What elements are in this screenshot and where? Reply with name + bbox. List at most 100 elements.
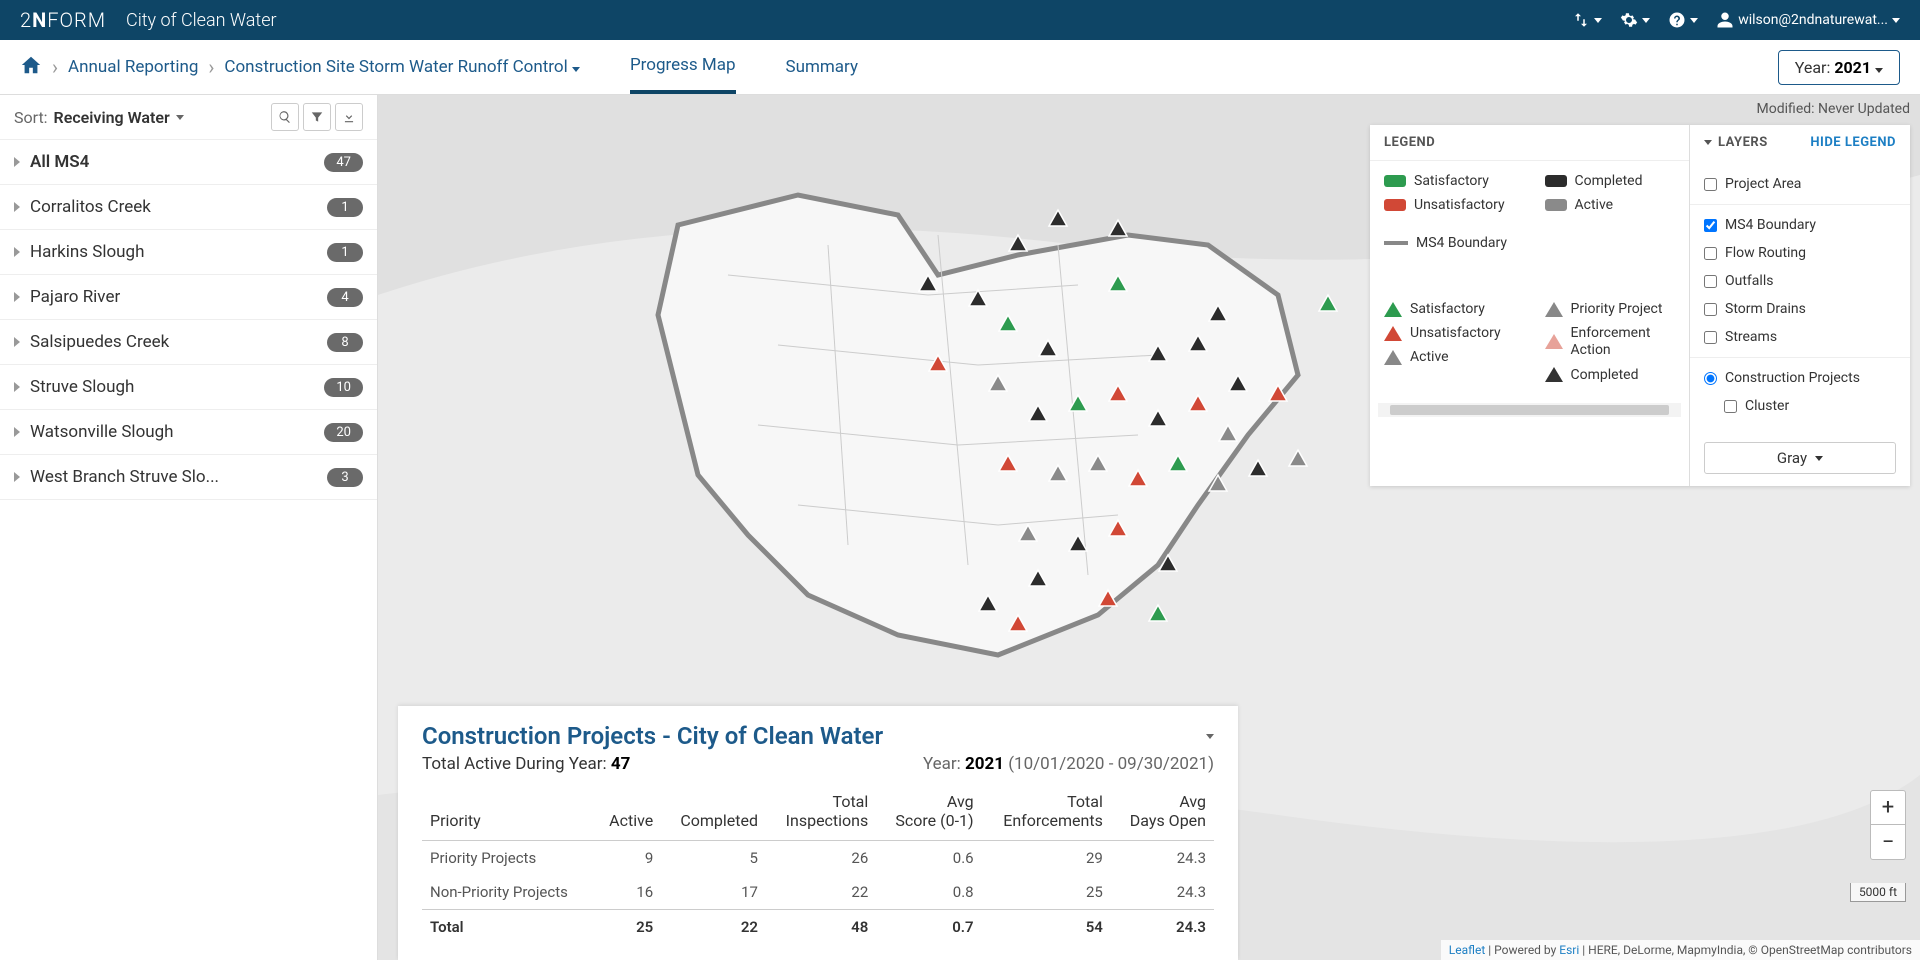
chevron-right-icon: › bbox=[208, 55, 214, 79]
count-badge: 3 bbox=[327, 468, 363, 487]
help-icon[interactable] bbox=[1668, 11, 1698, 29]
user-email: wilson@2ndnaturewat... bbox=[1738, 12, 1888, 28]
triangle-sat-icon bbox=[1384, 302, 1402, 317]
zoom-in-button[interactable]: + bbox=[1871, 791, 1905, 825]
expand-icon bbox=[14, 337, 20, 347]
table-row: Non-Priority Projects1617220.82524.3 bbox=[422, 875, 1214, 910]
search-icon[interactable] bbox=[271, 103, 299, 131]
table-total-row: Total2522480.75424.3 bbox=[422, 910, 1214, 945]
hide-legend-button[interactable]: HIDE LEGEND bbox=[1810, 135, 1896, 150]
swatch-active bbox=[1545, 199, 1567, 211]
summary-table: PriorityActiveCompletedTotalInspectionsA… bbox=[422, 786, 1214, 944]
item-name: Pajaro River bbox=[30, 287, 327, 307]
layer-item[interactable]: Project Area bbox=[1704, 170, 1896, 198]
item-name: Watsonville Slough bbox=[30, 422, 324, 442]
tab-progress-map[interactable]: Progress Map bbox=[630, 40, 736, 94]
collapse-icon[interactable] bbox=[1206, 734, 1214, 739]
logo: 2NFORM bbox=[20, 8, 106, 32]
expand-icon bbox=[14, 202, 20, 212]
layer-item[interactable]: Cluster bbox=[1724, 392, 1896, 420]
filter-icon[interactable] bbox=[303, 103, 331, 131]
layer-item[interactable]: Streams bbox=[1704, 323, 1896, 351]
table-row: Priority Projects95260.62924.3 bbox=[422, 841, 1214, 876]
layer-toggle[interactable] bbox=[1704, 372, 1717, 385]
layer-item[interactable]: Outfalls bbox=[1704, 267, 1896, 295]
layer-toggle[interactable] bbox=[1704, 247, 1717, 260]
count-badge: 1 bbox=[327, 198, 363, 217]
count-badge: 20 bbox=[324, 423, 363, 442]
zoom-out-button[interactable]: − bbox=[1871, 825, 1905, 859]
sidebar-item[interactable]: Pajaro River4 bbox=[0, 275, 377, 320]
breadcrumb-l1[interactable]: Annual Reporting bbox=[68, 57, 198, 77]
sort-label: Sort: bbox=[14, 108, 48, 127]
count-badge: 47 bbox=[324, 153, 363, 172]
item-name: Harkins Slough bbox=[30, 242, 327, 262]
triangle-enforce-icon bbox=[1545, 334, 1563, 349]
triangle-active-icon bbox=[1384, 350, 1402, 365]
panel-title: Construction Projects - City of Clean Wa… bbox=[422, 722, 883, 750]
item-name: West Branch Struve Slo... bbox=[30, 467, 327, 487]
triangle-completed-icon bbox=[1545, 367, 1563, 382]
legend-scrollbar[interactable] bbox=[1378, 403, 1681, 417]
chevron-down-icon[interactable] bbox=[176, 115, 184, 120]
count-badge: 8 bbox=[327, 333, 363, 352]
layer-toggle[interactable] bbox=[1704, 303, 1717, 316]
triangle-unsat-icon bbox=[1384, 326, 1402, 341]
layer-toggle[interactable] bbox=[1704, 219, 1717, 232]
sidebar-item[interactable]: West Branch Struve Slo...3 bbox=[0, 455, 377, 500]
breadcrumb-bar: › Annual Reporting › Construction Site S… bbox=[0, 40, 1920, 95]
layer-toggle[interactable] bbox=[1704, 331, 1717, 344]
summary-panel: Construction Projects - City of Clean Wa… bbox=[398, 706, 1238, 960]
zoom-control: + − bbox=[1870, 790, 1906, 860]
item-name: Corralitos Creek bbox=[30, 197, 327, 217]
tab-summary[interactable]: Summary bbox=[786, 42, 858, 92]
gear-icon[interactable] bbox=[1620, 11, 1650, 29]
expand-icon bbox=[14, 472, 20, 482]
expand-icon bbox=[14, 247, 20, 257]
layer-item[interactable]: Construction Projects bbox=[1704, 364, 1896, 392]
sidebar-item[interactable]: Harkins Slough1 bbox=[0, 230, 377, 275]
item-name: Salsipuedes Creek bbox=[30, 332, 327, 352]
transfer-icon[interactable] bbox=[1572, 11, 1602, 29]
user-menu[interactable]: wilson@2ndnaturewat... bbox=[1716, 11, 1900, 29]
layer-item[interactable]: MS4 Boundary bbox=[1704, 211, 1896, 239]
city-name: City of Clean Water bbox=[126, 10, 277, 31]
sidebar-item[interactable]: Salsipuedes Creek8 bbox=[0, 320, 377, 365]
sidebar: Sort: Receiving Water All MS447Corralito… bbox=[0, 95, 378, 960]
basemap-selector[interactable]: Gray bbox=[1704, 442, 1896, 474]
legend-panel: LEGEND Satisfactory Unsatisfactory Compl… bbox=[1370, 125, 1910, 486]
layer-item[interactable]: Storm Drains bbox=[1704, 295, 1896, 323]
layer-item[interactable]: Flow Routing bbox=[1704, 239, 1896, 267]
item-name: All MS4 bbox=[30, 152, 324, 172]
sidebar-item[interactable]: Watsonville Slough20 bbox=[0, 410, 377, 455]
ms4-line-icon bbox=[1384, 241, 1408, 245]
total-active: Total Active During Year: 47 bbox=[422, 754, 630, 774]
scale-bar: 5000 ft bbox=[1850, 883, 1906, 902]
sort-value[interactable]: Receiving Water bbox=[54, 108, 170, 127]
top-bar: 2NFORM City of Clean Water wilson@2ndnat… bbox=[0, 0, 1920, 40]
breadcrumb-l2[interactable]: Construction Site Storm Water Runoff Con… bbox=[224, 57, 580, 77]
chevron-right-icon: › bbox=[52, 55, 58, 79]
count-badge: 10 bbox=[324, 378, 363, 397]
sidebar-item[interactable]: All MS447 bbox=[0, 140, 377, 185]
item-name: Struve Slough bbox=[30, 377, 324, 397]
count-badge: 1 bbox=[327, 243, 363, 262]
modified-label: Modified: Never Updated bbox=[1757, 101, 1910, 117]
attribution: Leaflet | Powered by Esri | HERE, DeLorm… bbox=[1441, 940, 1920, 960]
expand-icon bbox=[14, 382, 20, 392]
download-icon[interactable] bbox=[335, 103, 363, 131]
sort-row: Sort: Receiving Water bbox=[0, 95, 377, 140]
layer-toggle[interactable] bbox=[1704, 275, 1717, 288]
sidebar-item[interactable]: Corralitos Creek1 bbox=[0, 185, 377, 230]
expand-icon bbox=[14, 292, 20, 302]
year-selector[interactable]: Year: 2021 bbox=[1778, 50, 1900, 85]
layer-toggle[interactable] bbox=[1704, 178, 1717, 191]
home-icon[interactable] bbox=[20, 54, 42, 81]
sidebar-item[interactable]: Struve Slough10 bbox=[0, 365, 377, 410]
count-badge: 4 bbox=[327, 288, 363, 307]
layer-toggle[interactable] bbox=[1724, 400, 1737, 413]
swatch-unsatisfactory bbox=[1384, 199, 1406, 211]
swatch-completed bbox=[1545, 175, 1567, 187]
map[interactable]: Modified: Never Updated LEGEND bbox=[378, 95, 1920, 960]
triangle-priority-icon bbox=[1545, 302, 1563, 317]
